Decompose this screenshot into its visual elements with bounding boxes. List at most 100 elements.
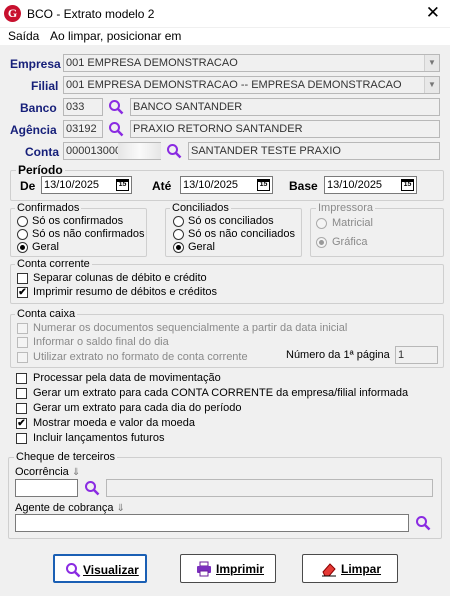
search-icon[interactable] [108, 121, 124, 137]
checkbox-mostrar-moeda[interactable]: ✔ [16, 418, 27, 429]
radio-grafica[interactable] [316, 237, 327, 248]
radio-label: Gráfica [332, 236, 368, 248]
checkbox-label: Processar pela data de movimentação [33, 372, 221, 384]
checkbox-label: Informar o saldo final do dia [33, 336, 169, 348]
base-date-field[interactable]: 13/10/2025 15 [324, 176, 417, 194]
checkbox-extrato-conta-corrente[interactable] [16, 388, 27, 399]
agencia-code-field[interactable]: 03192 [63, 120, 103, 138]
banco-name-field: BANCO SANTANDER [130, 98, 440, 116]
agencia-label: Agência [10, 123, 57, 137]
de-date-field[interactable]: 13/10/2025 15 [41, 176, 132, 194]
checkbox-label: Separar colunas de débito e crédito [33, 272, 207, 284]
printer-icon [197, 561, 211, 577]
de-date-value: 13/10/2025 [44, 179, 100, 191]
conta-name-field: SANTANDER TESTE PRAXIO [188, 142, 440, 160]
checkbox-extrato-cada-dia[interactable] [16, 403, 27, 414]
menu-item-ao-limpar[interactable]: Ao limpar, posicionar em [50, 29, 181, 43]
search-icon[interactable] [166, 143, 182, 159]
agente-label: Agente de cobrança ⇓ [15, 502, 125, 514]
sort-down-icon: ⇓ [116, 503, 125, 514]
pagina-input[interactable]: 1 [395, 346, 438, 364]
radio-label: Geral [32, 241, 59, 253]
radio-nao-confirmados[interactable] [17, 229, 28, 240]
conta-corrente-group [10, 264, 444, 304]
ocorrencia-input[interactable] [15, 479, 78, 497]
ocorrencia-label: Ocorrência ⇓ [15, 466, 80, 478]
ate-date-value: 13/10/2025 [183, 179, 239, 191]
sort-down-icon: ⇓ [71, 467, 81, 478]
conta-name: SANTANDER TESTE PRAXIO [191, 145, 341, 157]
empresa-value: 001 EMPRESA DEMONSTRACAO [66, 57, 238, 69]
checkbox-label: Numerar os documentos sequencialmente a … [33, 322, 348, 334]
radio-label: Só os confirmados [32, 215, 124, 227]
confirmados-title: Confirmados [15, 202, 82, 214]
menu-item-saida[interactable]: Saída [8, 29, 39, 43]
agente-label-text: Agente de cobrança [15, 502, 114, 514]
search-icon [66, 563, 81, 578]
imprimir-label: Imprimir [216, 562, 265, 576]
calendar-icon[interactable]: 15 [401, 179, 414, 191]
chevron-down-icon[interactable]: ▼ [424, 55, 439, 71]
impressora-title: Impressora [316, 202, 376, 214]
checkbox-lancamentos-futuros[interactable] [16, 433, 27, 444]
calendar-icon[interactable]: 15 [257, 179, 270, 191]
radio-nao-conciliados[interactable] [173, 229, 184, 240]
ate-date-field[interactable]: 13/10/2025 15 [180, 176, 273, 194]
de-label: De [20, 179, 36, 193]
checkbox-formato-conta-corrente[interactable] [17, 352, 28, 363]
limpar-button[interactable]: Limpar [302, 554, 398, 583]
conta-label: Conta [25, 145, 59, 159]
app-logo-icon: G [4, 5, 21, 22]
radio-label: Geral [188, 241, 215, 253]
base-date-value: 13/10/2025 [327, 179, 383, 191]
radio-label: Só os não conciliados [188, 228, 296, 240]
close-button[interactable]: ✕ [426, 4, 440, 22]
checkbox-saldo-final[interactable] [17, 337, 28, 348]
agencia-name: PRAXIO RETORNO SANTANDER [133, 123, 303, 135]
imprimir-button[interactable]: Imprimir [180, 554, 276, 583]
agencia-name-field: PRAXIO RETORNO SANTANDER [130, 120, 440, 138]
conciliados-title: Conciliados [170, 202, 231, 214]
checkbox-label: Utilizar extrato no formato de conta cor… [33, 351, 248, 363]
agencia-code: 03192 [66, 123, 97, 135]
ate-label: Até [152, 179, 172, 193]
menu-bar: Saída Ao limpar, posicionar em [0, 28, 450, 45]
redacted-area [118, 143, 161, 159]
checkbox-processar-data[interactable] [16, 373, 27, 384]
empresa-combo[interactable]: 001 EMPRESA DEMONSTRACAO ▼ [63, 54, 440, 72]
window-title: BCO - Extrato modelo 2 [27, 7, 155, 21]
cheque-terceiros-title: Cheque de terceiros [14, 451, 118, 463]
search-icon[interactable] [108, 99, 124, 115]
radio-label: Matricial [332, 217, 373, 229]
eraser-icon [322, 563, 336, 577]
filial-combo[interactable]: 001 EMPRESA DEMONSTRACAO -- EMPRESA DEMO… [63, 76, 440, 94]
agente-input[interactable] [15, 514, 409, 532]
banco-name: BANCO SANTANDER [133, 101, 243, 113]
filial-value: 001 EMPRESA DEMONSTRACAO -- EMPRESA DEMO… [66, 79, 402, 91]
visualizar-button[interactable]: Visualizar [53, 554, 147, 583]
radio-geral-conciliados[interactable] [173, 242, 184, 253]
limpar-label: Limpar [341, 562, 382, 576]
radio-geral-confirmados[interactable] [17, 242, 28, 253]
title-bar: G BCO - Extrato modelo 2 ✕ [0, 0, 450, 28]
impressora-group [310, 208, 444, 257]
chevron-down-icon[interactable]: ▼ [424, 77, 439, 93]
radio-matricial[interactable] [316, 218, 327, 229]
checkbox-label: Imprimir resumo de débitos e créditos [33, 286, 218, 298]
checkbox-imprimir-resumo[interactable]: ✔ [17, 287, 28, 298]
radio-so-confirmados[interactable] [17, 216, 28, 227]
search-icon[interactable] [415, 515, 431, 531]
checkbox-numerar-documentos[interactable] [17, 323, 28, 334]
pagina-value: 1 [398, 349, 405, 361]
checkbox-separar-colunas[interactable] [17, 273, 28, 284]
periodo-title: Período [16, 163, 65, 177]
checkbox-label: Gerar um extrato para cada dia do períod… [33, 402, 242, 414]
ocorrencia-desc-field [106, 479, 433, 497]
radio-label: Só os não confirmados [32, 228, 145, 240]
filial-label: Filial [31, 79, 59, 93]
banco-code-field[interactable]: 033 [63, 98, 103, 116]
radio-so-conciliados[interactable] [173, 216, 184, 227]
checkbox-label: Mostrar moeda e valor da moeda [33, 417, 196, 429]
search-icon[interactable] [84, 480, 100, 496]
calendar-icon[interactable]: 15 [116, 179, 129, 191]
